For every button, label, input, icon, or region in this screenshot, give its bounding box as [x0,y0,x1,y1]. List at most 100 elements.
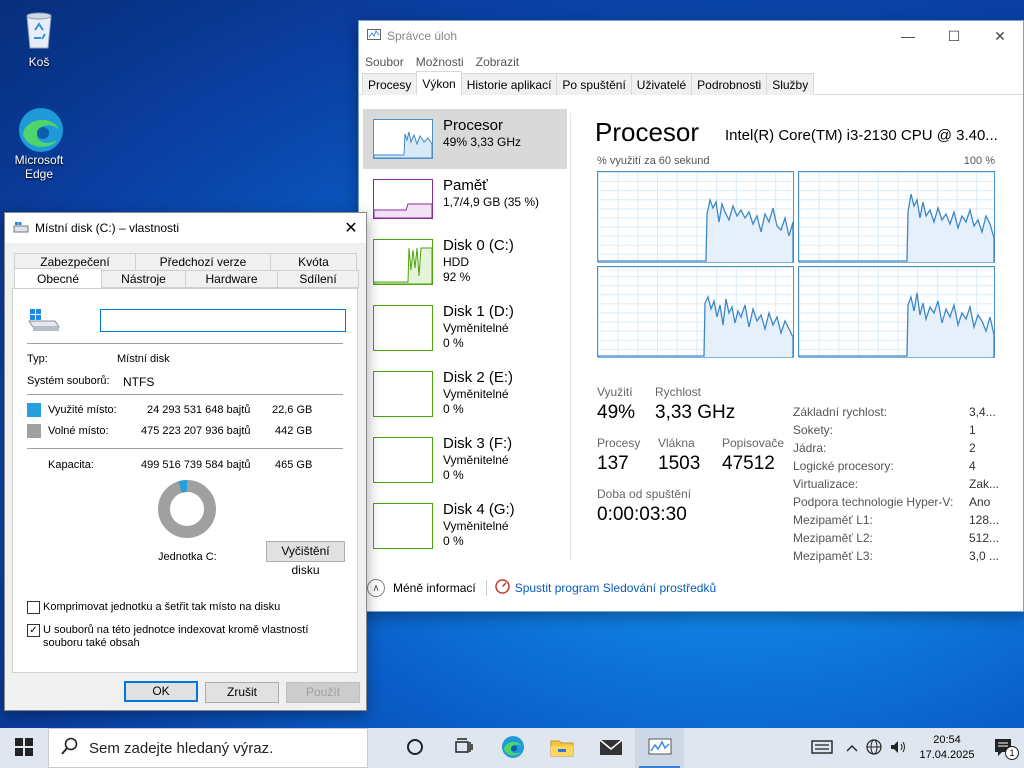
taskbar-task-manager[interactable] [635,728,684,768]
start-button[interactable] [0,728,48,768]
menu-zobrazit[interactable]: Zobrazit [476,55,519,69]
tab-uzivatele[interactable]: Uživatelé [630,73,693,95]
tab-nastroje[interactable]: Nástroje [101,270,186,288]
resource-monitor-icon [494,579,510,597]
capacity-label: Kapacita: [48,459,94,471]
performance-sidebar: Procesor 49% 3,33 GHz Paměť 1,7/4,9 GB (… [363,109,567,559]
menu-soubor[interactable]: Soubor [365,55,404,69]
close-button[interactable]: ✕ [977,21,1023,51]
sidebar-item-name: Disk 4 (G:) [443,501,515,518]
tab-sluzby[interactable]: Služby [766,73,815,95]
mail-icon [599,738,623,759]
used-gb: 22,6 GB [272,404,313,416]
sidebar-item-procesor[interactable]: Procesor 49% 3,33 GHz [363,109,567,169]
type-label: Typ: [27,353,48,365]
sidebar-item-sub2: 0 % [443,468,464,482]
tray-keyboard-button[interactable] [802,728,842,768]
tab-podrobnosti[interactable]: Podrobnosti [691,73,768,95]
compress-option[interactable]: Komprimovat jednotku a šetřit tak místo … [27,601,280,614]
cortana-circle-icon [406,738,424,759]
taskbar-mail[interactable] [586,728,635,768]
spec-row: Sokety: 1 [793,421,1005,439]
panel-title: Procesor [595,117,700,147]
sidebar-item-sub: 49% 3,33 GHz [443,135,522,149]
taskbar-edge[interactable] [488,728,537,768]
resource-monitor-link[interactable]: Spustit program Sledování prostředků [515,581,716,595]
drive-name-field[interactable] [101,310,345,331]
sidebar-item-disk-3[interactable]: Disk 3 (F:) Vyměnitelné 0 % [363,427,567,493]
sidebar-item-sub: HDD [443,255,469,269]
notification-center-button[interactable]: 1 [984,728,1024,768]
separator [27,343,343,344]
index-checkbox[interactable]: ✓ [27,624,40,637]
notification-icon: 1 [993,737,1019,760]
sidebar-item-name: Disk 0 (C:) [443,237,514,254]
sidebar-item-pamet[interactable]: Paměť 1,7/4,9 GB (35 %) [363,169,567,229]
desktop-icon-recycle-bin[interactable]: Koš [2,8,76,69]
stat-speed-label: Rychlost [655,385,702,399]
sidebar-item-sub: Vyměnitelné [443,519,509,533]
stat-speed-value: 3,33 GHz [655,402,736,423]
compress-checkbox[interactable] [27,601,40,614]
disk-0-thumbnail [373,239,433,285]
close-button[interactable]: ✕ [336,213,366,243]
used-bytes: 24 293 531 648 bajtů [147,404,251,416]
task-manager-titlebar[interactable]: Správce úloh — ☐ ✕ [359,21,1023,51]
stat-handles-value: 47512 [722,453,775,474]
capacity-bytes: 499 516 739 584 bajtů [141,459,251,471]
sidebar-item-disk-1[interactable]: Disk 1 (D:) Vyměnitelné 0 % [363,295,567,361]
search-input[interactable] [89,739,339,757]
tab-vykon[interactable]: Výkon [416,71,462,95]
tab-obecne[interactable]: Obecné [14,268,102,290]
spec-key: Mezipaměť L2: [793,531,873,545]
stat-uptime-value: 0:00:03:30 [597,504,687,525]
menu-moznosti[interactable]: Možnosti [416,55,464,69]
clock[interactable]: 20:54 17.04.2025 [910,733,984,763]
tab-hardware[interactable]: Hardware [185,270,278,288]
spec-value: 1 [969,423,976,437]
taskbar-search[interactable] [48,728,368,768]
tray-overflow-button[interactable] [842,728,862,768]
less-info-button[interactable]: Méně informací [393,581,476,595]
windows-icon [15,737,33,759]
drive-name-input[interactable] [100,309,346,332]
spec-row: Mezipaměť L3: 3,0 ... [793,547,1005,565]
free-label: Volné místo: [48,425,109,437]
cpu-core-graph-0 [597,171,794,263]
tray-volume-button[interactable] [886,728,910,768]
taskbar: 20:54 17.04.2025 1 [0,728,1024,768]
maximize-button[interactable]: ☐ [931,21,977,51]
sidebar-item-disk-4[interactable]: Disk 4 (G:) Vyměnitelné 0 % [363,493,567,559]
capacity-gb: 465 GB [275,459,313,471]
cancel-button[interactable]: Zrušit [205,682,279,703]
stat-proc-label: Procesy [597,436,641,450]
minimize-button[interactable]: — [885,21,931,51]
cpu-core-graph-3 [798,266,995,358]
sidebar-item-disk-0[interactable]: Disk 0 (C:) HDD 92 % [363,229,567,295]
taskbar-file-explorer[interactable] [537,728,586,768]
used-swatch [27,403,41,417]
drive-letter-label: Jednotka C: [158,551,217,563]
index-option[interactable]: ✓ U souborů na této jednotce indexovat k… [27,624,327,650]
tab-procesy[interactable]: Procesy [362,73,418,95]
graph-caption: % využití za 60 sekund [597,155,710,167]
tab-sdileni[interactable]: Sdílení [277,270,359,288]
chevron-up-icon[interactable]: ∧ [367,579,385,597]
tray-network-button[interactable] [862,728,886,768]
spec-key: Podpora technologie Hyper-V: [793,495,954,509]
drive-icon [13,220,29,237]
tab-predchozi-verze[interactable]: Předchozí verze [135,253,271,271]
tab-historie-aplikaci[interactable]: Historie aplikací [460,73,558,95]
sidebar-item-disk-2[interactable]: Disk 2 (E:) Vyměnitelné 0 % [363,361,567,427]
desktop-icon-edge[interactable]: Microsoft Edge [2,106,76,181]
free-gb: 442 GB [275,425,313,437]
dialog-titlebar[interactable]: Místní disk (C:) – vlastnosti ✕ [5,213,366,243]
tab-po-spusteni[interactable]: Po spuštění [556,73,632,95]
task-view-button[interactable] [390,728,439,768]
disk-cleanup-button[interactable]: Vyčištění disku [266,541,345,577]
apply-button[interactable]: Použít [286,682,360,703]
timeline-button[interactable] [439,728,488,768]
ok-button[interactable]: OK [124,681,198,702]
tab-kvota[interactable]: Kvóta [270,253,357,271]
spec-value: 3,4... [969,405,996,419]
